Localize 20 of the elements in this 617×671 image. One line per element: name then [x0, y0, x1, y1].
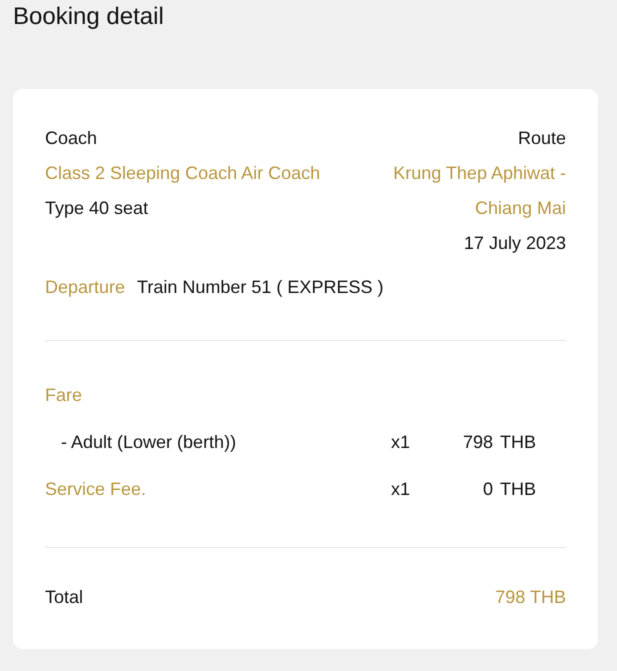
- amount: 798: [462, 431, 493, 454]
- train-number: Train Number 51 ( EXPRESS ): [137, 276, 384, 299]
- fare-line-label: Service Fee.: [45, 478, 146, 501]
- route-label: Route: [518, 127, 566, 150]
- quantity: x1: [391, 431, 412, 454]
- page-title: Booking detail: [13, 2, 164, 32]
- quantity: x1: [391, 478, 412, 501]
- total-label: Total: [45, 586, 84, 609]
- coach-type: Type 40 seat: [45, 197, 148, 220]
- fare-label: Fare: [45, 384, 82, 407]
- route-name: Krung Thep Aphiwat - Chiang Mai: [392, 162, 566, 220]
- departure-label: Departure: [45, 276, 126, 299]
- coach-class: Class 2 Sleeping Coach Air Coach: [45, 162, 320, 185]
- amount: 0: [482, 478, 493, 501]
- fare-line-label: - Adult (Lower (berth)): [61, 431, 236, 454]
- total-amount: 798 THB: [495, 586, 566, 609]
- currency: THB: [499, 478, 537, 501]
- travel-date: 17 July 2023: [464, 232, 566, 255]
- currency: THB: [499, 431, 537, 454]
- coach-label: Coach: [45, 127, 98, 150]
